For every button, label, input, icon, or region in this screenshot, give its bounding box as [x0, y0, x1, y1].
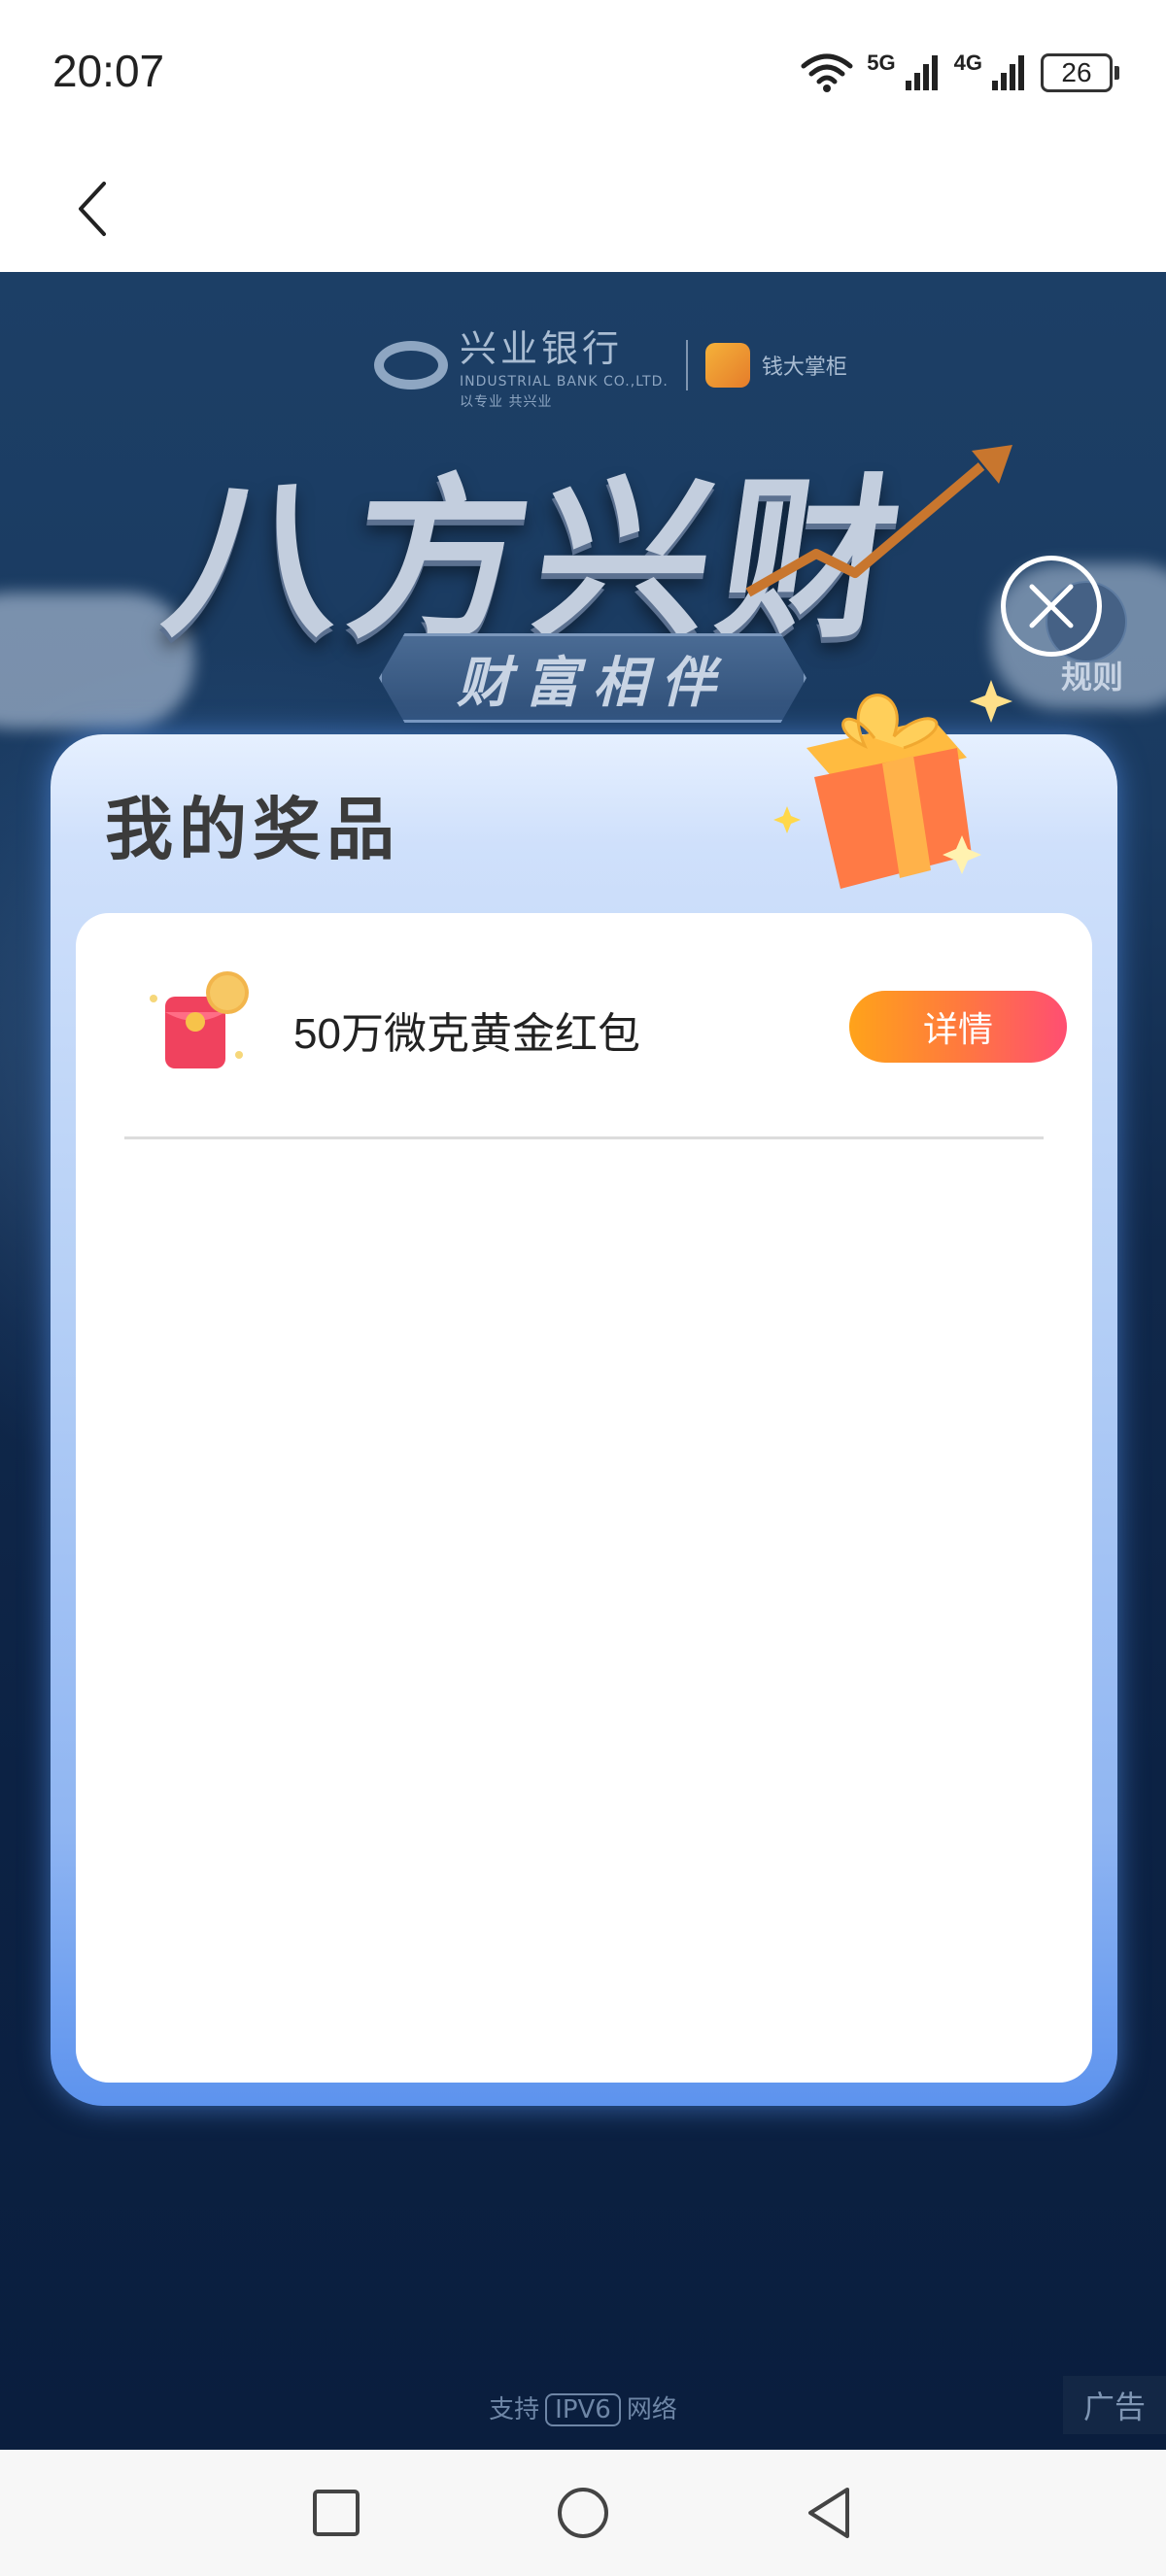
red-envelope-icon	[146, 969, 253, 1076]
battery-level: 26	[1041, 53, 1113, 92]
partner-logo-icon	[704, 342, 750, 388]
ipv6-badge: IPV6	[545, 2393, 621, 2426]
ipv6-support-note: 支持 IPV6 网络	[489, 2393, 677, 2426]
network-label-4g: 4G	[953, 51, 982, 75]
prize-list: 50万微克黄金红包 详情	[76, 913, 1092, 2083]
system-back-button[interactable]	[801, 2484, 859, 2542]
signal-icon	[905, 55, 938, 90]
prize-divider	[124, 1136, 1044, 1139]
network-label-5g: 5G	[867, 51, 896, 75]
circle-nav-icon	[558, 2488, 608, 2538]
home-button[interactable]	[554, 2484, 612, 2542]
modal-title: 我的奖品	[105, 790, 400, 869]
back-arrow-icon	[79, 182, 106, 236]
status-icons: 5G 4G 26	[801, 49, 1119, 97]
triangle-back-nav-icon	[808, 2488, 849, 2538]
signal-icon-2	[992, 55, 1024, 90]
subtitle-plate: 财富相伴	[379, 633, 806, 723]
prize-name: 50万微克黄金红包	[293, 1010, 640, 1058]
wifi-icon	[801, 53, 853, 92]
prize-list-item: 50万微克黄金红包 详情	[76, 913, 1092, 1139]
back-button[interactable]	[58, 175, 126, 243]
my-prizes-modal: 我的奖品 50万微克黄金红包 详情	[51, 734, 1117, 2106]
ad-badge: 广告	[1063, 2376, 1166, 2434]
status-time: 20:07	[52, 46, 165, 96]
system-nav-bar	[0, 2450, 1166, 2576]
battery-icon: 26	[1041, 53, 1119, 92]
activity-subtitle: 财富相伴	[457, 651, 729, 715]
partner-name: 钱大掌柜	[761, 355, 847, 380]
recents-button[interactable]	[307, 2484, 365, 2542]
bank-english-name: INDUSTRIAL BANK CO.,LTD.	[460, 374, 669, 390]
close-icon	[1029, 584, 1074, 628]
bank-logo-mark-icon	[374, 340, 448, 390]
prize-detail-button[interactable]: 详情	[849, 991, 1067, 1063]
growth-arrow-icon	[745, 445, 1012, 597]
top-nav-bar	[0, 146, 1166, 272]
bank-slogan: 以专业 共兴业	[460, 394, 553, 410]
rules-label: 规则	[1061, 659, 1124, 695]
bank-logo: 兴业银行 INDUSTRIAL BANK CO.,LTD. 以专业 共兴业 钱大…	[374, 319, 847, 411]
square-nav-icon	[313, 2490, 360, 2536]
gift-icon	[768, 641, 1020, 894]
status-bar: 20:07 5G 4G 26	[0, 0, 1166, 146]
bank-name: 兴业银行	[460, 327, 624, 370]
